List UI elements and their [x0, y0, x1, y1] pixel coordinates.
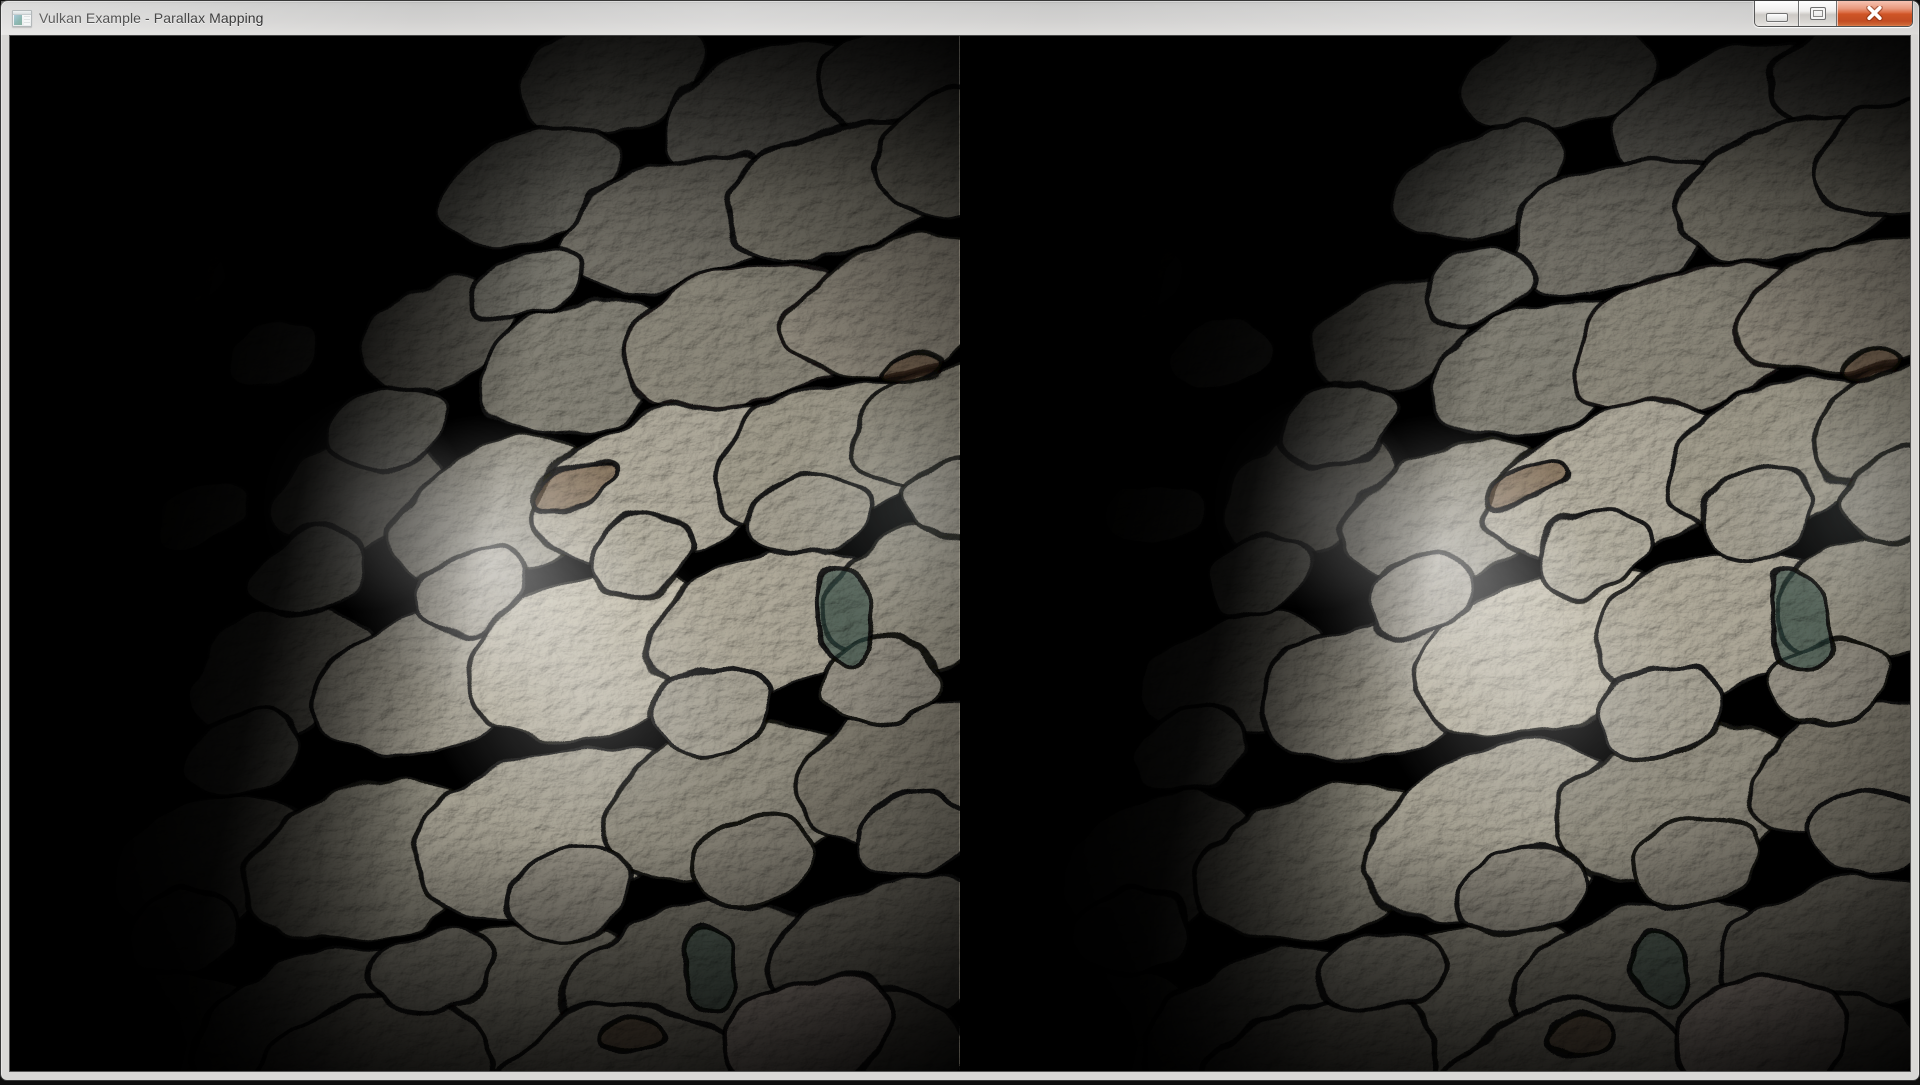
- window-controls: [1754, 1, 1913, 27]
- render-viewport: [9, 35, 1911, 1072]
- minimize-button[interactable]: [1755, 1, 1798, 26]
- app-icon: [12, 10, 32, 27]
- maximize-icon: [1810, 7, 1826, 20]
- window-title: Vulkan Example - Parallax Mapping: [39, 10, 264, 26]
- app-icon-content-lines: [24, 16, 30, 25]
- render-panel-right[interactable]: [960, 36, 1911, 1071]
- rock-render-svg: [10, 36, 960, 1071]
- close-icon: [1866, 6, 1883, 21]
- rock-render-svg: [961, 36, 1911, 1071]
- render-panel-left[interactable]: [10, 36, 960, 1071]
- close-button[interactable]: [1836, 1, 1912, 26]
- app-window: Vulkan Example - Parallax Mapping: [0, 0, 1920, 1081]
- minimize-icon: [1766, 13, 1788, 22]
- app-icon-teal-pane: [14, 15, 22, 25]
- titlebar[interactable]: Vulkan Example - Parallax Mapping: [1, 1, 1919, 35]
- maximize-button[interactable]: [1798, 1, 1836, 26]
